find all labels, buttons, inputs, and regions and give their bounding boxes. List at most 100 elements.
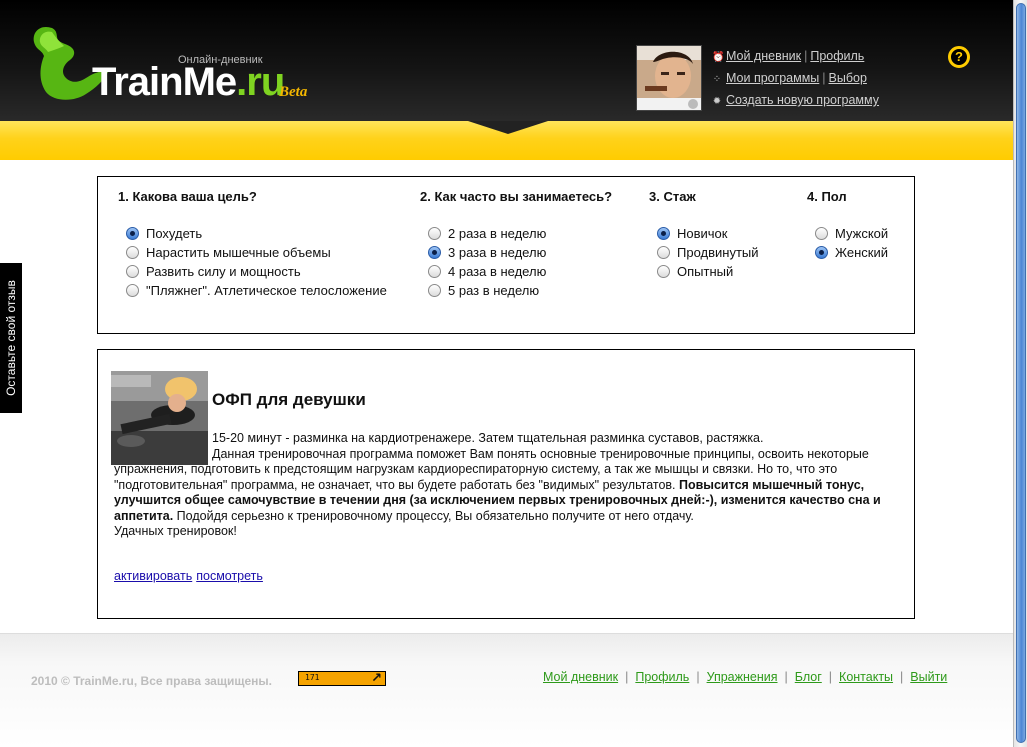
option-label: Опытный [677, 264, 734, 279]
program-intro-line: 15-20 минут - разминка на кардиотренажер… [212, 431, 764, 445]
separator: | [804, 49, 808, 63]
radio-button[interactable] [657, 246, 670, 259]
logo-name: TrainMe [92, 60, 237, 104]
question-goal: 1. Какова ваша цель? Похудеть Нарастить … [118, 189, 387, 300]
program-paragraph: Данная тренировочная программа поможет В… [114, 447, 904, 525]
counter-value: 171 [305, 673, 320, 682]
clock-icon: ⏰ [712, 52, 725, 63]
radio-button[interactable] [126, 246, 139, 259]
footer-link-exercises[interactable]: Упражнения [707, 670, 778, 684]
option-label: Женский [835, 245, 888, 260]
program-card: ОФП для девушки 15-20 минут - разминка н… [97, 349, 915, 619]
user-links-row-1: ⏰ Мой дневник | Профиль [712, 46, 879, 68]
separator: | [625, 670, 629, 684]
visit-counter[interactable]: 171 ↗ [298, 671, 386, 686]
paragraph-end: Подойдя серьезно к тренировочному процес… [173, 508, 694, 523]
scrollbar-thumb[interactable] [1016, 3, 1026, 743]
goal-option[interactable]: Развить силу и мощность [126, 262, 387, 281]
question-title: 3. Стаж [649, 189, 696, 204]
profile-link[interactable]: Профиль [810, 49, 864, 63]
avatar-portrait [637, 46, 701, 110]
program-closing: Удачных тренировок! [114, 524, 237, 538]
footer-nav: Мой дневник | Профиль | Упражнения | Блог | Конт… [543, 670, 947, 684]
separator: | [828, 670, 833, 684]
frequency-option[interactable]: 3 раза в неделю [428, 243, 612, 262]
user-links-row-3: ✹ Создать новую программу [712, 90, 879, 112]
help-icon[interactable]: ? [948, 46, 970, 68]
separator: | [784, 670, 788, 684]
site-footer: 2010 © TrainMe.ru, Все права защищены. 1… [0, 633, 1013, 747]
option-label: Нарастить мышечные объемы [146, 245, 331, 260]
experience-option[interactable]: Опытный [657, 262, 759, 281]
frequency-option[interactable]: 5 раз в неделю [428, 281, 612, 300]
activate-link[interactable]: активировать [114, 569, 192, 583]
question-title: 1. Какова ваша цель? [118, 189, 257, 204]
question-experience: 3. Стаж Новичок Продвинутый Опытный [649, 189, 759, 281]
create-program-link[interactable]: Создать новую программу [726, 93, 879, 107]
site-logo[interactable]: Онлайн-дневник TrainMe.ru Beta [30, 22, 330, 112]
feedback-tab[interactable]: Оставьте свой отзыв [0, 263, 22, 413]
question-title: 2. Как часто вы занимаетесь? [420, 189, 613, 204]
goal-option[interactable]: Похудеть [126, 224, 387, 243]
gear-icon: ✹ [712, 96, 722, 107]
user-links-row-2: ⁘ Мои программы | Выбор [712, 68, 879, 90]
program-description: 15-20 минут - разминка на кардиотренажер… [114, 431, 904, 540]
arrow-up-right-icon: ↗ [371, 671, 382, 686]
radio-button[interactable] [428, 246, 441, 259]
gender-option[interactable]: Женский [815, 243, 888, 262]
user-avatar[interactable] [636, 45, 702, 111]
footer-link-logout[interactable]: Выйти [910, 670, 947, 684]
question-gender: 4. Пол Мужской Женский [807, 189, 888, 262]
my-programs-link[interactable]: Мои программы [726, 71, 819, 85]
option-label: 2 раза в неделю [448, 226, 547, 241]
option-label: Новичок [677, 226, 728, 241]
footer-link-diary[interactable]: Мой дневник [543, 670, 618, 684]
vertical-scrollbar[interactable] [1013, 0, 1027, 747]
option-label: Продвинутый [677, 245, 759, 260]
radio-button[interactable] [428, 227, 441, 240]
option-label: 3 раза в неделю [448, 245, 547, 260]
radio-button[interactable] [126, 265, 139, 278]
program-actions: активировать посмотреть [114, 569, 267, 583]
view-link[interactable]: посмотреть [196, 569, 263, 583]
separator: | [822, 71, 826, 85]
header-notch [468, 121, 548, 134]
separator: | [696, 670, 700, 684]
radio-button[interactable] [126, 284, 139, 297]
radio-button[interactable] [815, 227, 828, 240]
frequency-option[interactable]: 4 раза в неделю [428, 262, 612, 281]
program-title: ОФП для девушки [212, 390, 366, 409]
logo-wordmark: TrainMe.ru [92, 60, 285, 105]
footer-link-blog[interactable]: Блог [795, 670, 822, 684]
radio-button[interactable] [657, 265, 670, 278]
footer-link-contacts[interactable]: Контакты [839, 670, 893, 684]
option-label: Развить силу и мощность [146, 264, 301, 279]
my-diary-link[interactable]: Мой дневник [726, 49, 801, 63]
logo-tld: .ru [236, 60, 285, 104]
question-title: 4. Пол [807, 189, 847, 204]
option-label: Похудеть [146, 226, 203, 241]
frequency-option[interactable]: 2 раза в неделю [428, 224, 612, 243]
goal-option[interactable]: Нарастить мышечные объемы [126, 243, 387, 262]
site-header: Онлайн-дневник TrainMe.ru Beta ⏰ Мой днев… [0, 0, 1013, 160]
experience-option[interactable]: Продвинутый [657, 243, 759, 262]
grid-icon: ⁘ [712, 74, 722, 85]
gender-option[interactable]: Мужской [815, 224, 888, 243]
separator: | [900, 670, 904, 684]
radio-button[interactable] [815, 246, 828, 259]
choice-link[interactable]: Выбор [829, 71, 867, 85]
radio-button[interactable] [428, 284, 441, 297]
experience-option[interactable]: Новичок [657, 224, 759, 243]
program-selector-form: 1. Какова ваша цель? Похудеть Нарастить … [97, 176, 915, 334]
footer-link-profile[interactable]: Профиль [635, 670, 689, 684]
copyright-text: 2010 © TrainMe.ru, Все права защищены. [31, 674, 272, 688]
radio-button[interactable] [657, 227, 670, 240]
radio-button[interactable] [428, 265, 441, 278]
option-label: 5 раз в неделю [448, 283, 540, 298]
radio-button[interactable] [126, 227, 139, 240]
user-links: ⏰ Мой дневник | Профиль ⁘ Мои программы | Выбо… [712, 46, 879, 112]
beta-label: Beta [279, 84, 308, 100]
goal-option[interactable]: "Пляжнег". Атлетическое телосложение [126, 281, 387, 300]
option-label: "Пляжнег". Атлетическое телосложение [146, 283, 387, 298]
option-label: Мужской [835, 226, 889, 241]
